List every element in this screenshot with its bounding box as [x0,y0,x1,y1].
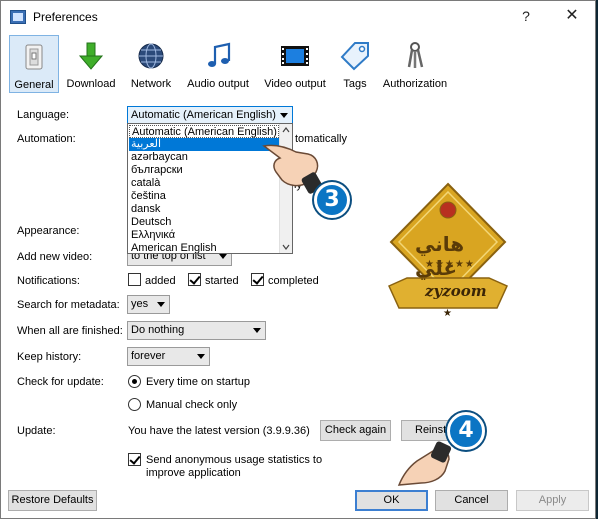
chevron-down-icon [197,354,205,359]
add-new-video-label: Add new video: [17,251,93,263]
restore-defaults-button[interactable]: Restore Defaults [8,490,97,511]
language-option[interactable]: American English [129,242,279,253]
search-metadata-value: yes [131,298,149,310]
update-startup-label: Every time on startup [146,376,250,388]
preferences-window: Preferences ? ✕ General Download Network… [0,0,596,519]
close-button[interactable]: ✕ [557,5,587,27]
language-option[interactable]: Ελληνικά [129,229,279,242]
appearance-label: Appearance: [17,225,80,237]
step-3-badge: 3 [314,182,350,218]
tab-label-download: Download [66,78,116,90]
chevron-down-icon [219,254,227,259]
tab-authorization[interactable]: Authorization [379,35,451,93]
keep-history-value: forever [131,350,166,362]
apply-button[interactable]: Apply [516,490,589,511]
anonymous-stats-label-line2: improve application [146,467,241,479]
keys-icon [407,42,424,68]
notify-completed-label: completed [268,275,319,287]
update-startup-radio[interactable] [128,375,141,388]
when-finished-value: Do nothing [131,324,185,336]
language-option[interactable]: Deutsch [129,216,279,229]
window-title: Preferences [33,10,98,24]
tab-network[interactable]: Network [123,35,179,93]
title-bar: Preferences ? ✕ [1,1,595,32]
tab-video-output[interactable]: Video output [260,35,330,93]
update-status-text: You have the latest version (3.9.9.36) [128,425,310,437]
watermark-name: هاني علي [415,232,465,280]
tab-general[interactable]: General [9,35,59,93]
tab-label-tags: Tags [343,78,367,90]
notify-started-checkbox[interactable] [188,273,201,286]
language-select-value: Automatic (American English) [131,109,276,121]
anonymous-stats-label-line1: Send anonymous usage statistics to [146,454,323,466]
tab-audio-output[interactable]: Audio output [183,35,253,93]
step-4-badge: 4 [447,412,485,450]
when-finished-label: When all are finished: [17,325,123,337]
language-option[interactable]: dansk [129,203,279,216]
notify-added-label: added [145,275,176,287]
tab-download[interactable]: Download [63,35,119,93]
check-update-label: Check for update: [17,376,104,388]
keep-history-select[interactable]: forever [127,347,210,366]
pointing-hand-icon [397,441,452,486]
help-button[interactable]: ? [511,5,541,27]
update-manual-radio[interactable] [128,398,141,411]
search-metadata-label: Search for metadata: [17,299,120,311]
music-note-icon [208,42,231,67]
tab-label-video-output: Video output [264,78,326,90]
reinstall-button[interactable]: Reinst [401,420,451,441]
update-label: Update: [17,425,56,437]
watermark-stars: ★★★★★ [425,259,475,270]
category-toolbar: General Download Network Audio output Vi… [1,35,595,95]
general-icon [25,44,43,70]
download-arrow-icon [78,42,104,70]
tab-label-audio-output: Audio output [187,78,249,90]
automation-label: Automation: [17,133,76,145]
app-icon [10,10,26,24]
film-strip-icon [281,46,309,66]
watermark-badge: هاني علي ★★★★★ zyzoom ★ [387,182,509,330]
watermark-star-small: ★ [443,308,452,319]
notify-completed-checkbox[interactable] [251,273,264,286]
chevron-down-icon [280,113,288,118]
tab-label-general: General [14,79,54,91]
when-finished-select[interactable]: Do nothing [127,321,266,340]
update-manual-label: Manual check only [146,399,238,411]
check-again-button[interactable]: Check again [320,420,391,441]
keep-history-label: Keep history: [17,351,82,363]
chevron-down-icon [253,328,261,333]
notifications-label: Notifications: [17,275,80,287]
chevron-down-icon [157,302,165,307]
tag-icon [340,42,369,71]
pointing-hand-icon [262,144,323,194]
watermark-brand: zyzoom [425,282,487,300]
tab-label-network: Network [130,78,172,90]
globe-icon [138,43,164,69]
search-metadata-select[interactable]: yes [127,295,170,314]
notify-added-checkbox[interactable] [128,273,141,286]
tab-tags[interactable]: Tags [334,35,376,93]
anonymous-stats-checkbox[interactable] [128,453,141,466]
notify-started-label: started [205,275,239,287]
language-label: Language: [17,109,69,121]
tab-label-authorization: Authorization [382,78,448,90]
